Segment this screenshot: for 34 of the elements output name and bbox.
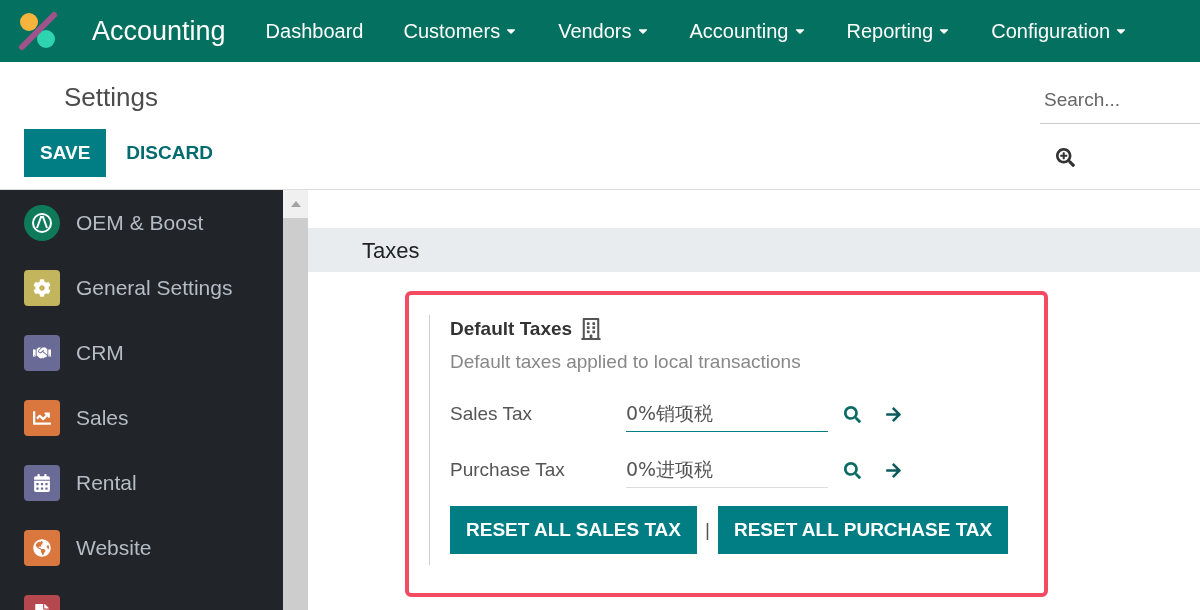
field-label: Purchase Tax [450,457,566,482]
building-icon [580,318,603,341]
save-button[interactable]: SAVE [24,129,107,177]
sidebar-item[interactable]: General Settings [24,270,283,306]
setting-description: Default taxes applied to local transactions [450,349,802,374]
menu-item[interactable]: Reporting [846,16,952,46]
tax-field[interactable]: 0%销项税 [626,396,828,432]
tax-field[interactable]: 0%进项税 [626,452,828,488]
sidebar-item[interactable]: OEM & Boost [24,205,283,241]
app-name: Accounting [92,14,226,48]
reset-sales-tax-button[interactable]: RESET ALL SALES TAX [450,506,697,554]
sidebar-item[interactable]: Sales [24,400,283,436]
arrow-right-icon[interactable] [885,405,902,423]
sidebar-item[interactable]: Website [24,530,283,566]
field-label: Sales Tax [450,401,534,426]
menu-item[interactable]: Customers [403,16,519,46]
menu-item[interactable]: Accounting [689,16,807,46]
sidebar-item[interactable]: CRM [24,335,283,371]
menu-item[interactable]: Configuration [991,16,1129,46]
search-icon[interactable] [844,461,861,479]
setting-title: Default Taxes [450,317,573,341]
app-logo-icon [16,9,60,53]
discard-button[interactable]: DISCARD [122,129,217,177]
page-title: Settings [64,81,159,114]
separator: | [705,517,710,542]
section-header: Taxes [308,228,1200,272]
search-options-icon[interactable] [1056,148,1075,167]
menu-item[interactable]: Vendors [558,16,650,46]
search-icon[interactable] [844,405,861,423]
arrow-right-icon[interactable] [885,461,902,479]
menu-item[interactable]: Dashboard [265,16,364,46]
sidebar-item[interactable]: Rental [24,465,283,501]
search-field[interactable]: Search... [1040,76,1200,124]
reset-purchase-tax-button[interactable]: RESET ALL PURCHASE TAX [717,506,1009,554]
